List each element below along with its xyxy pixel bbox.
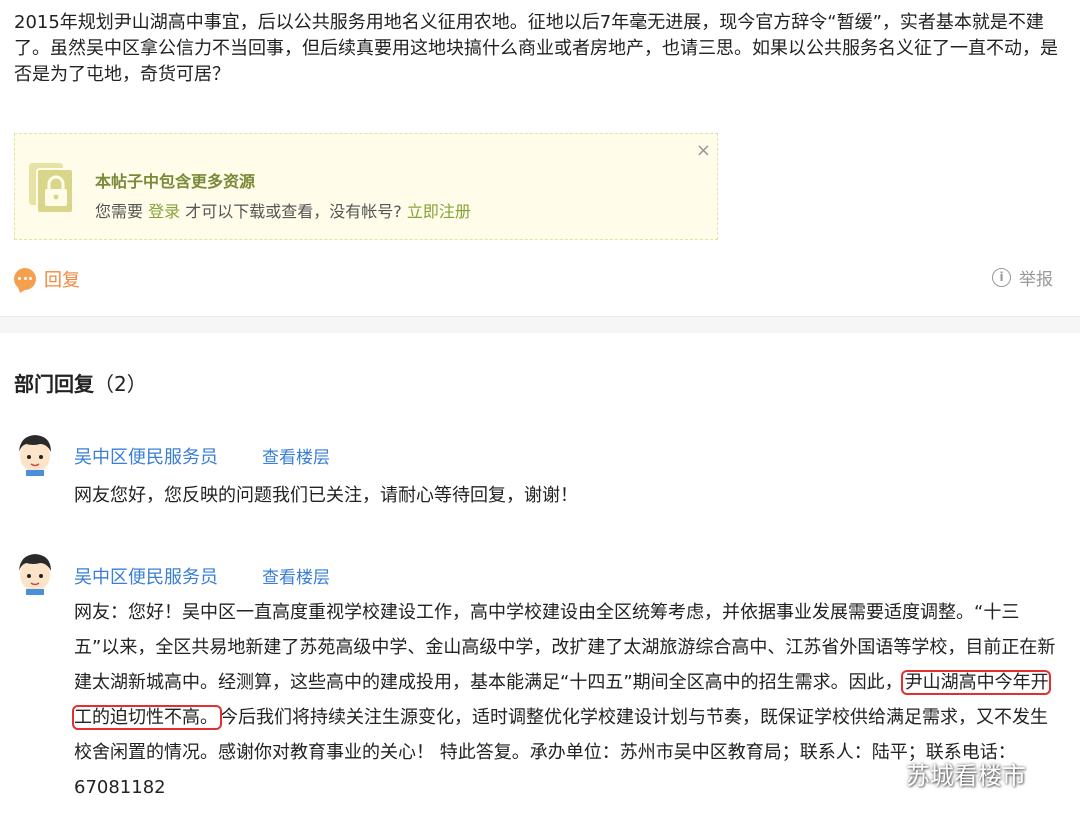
section-title-text: 部门回复 [14,372,94,396]
resource-notice: 本帖子中包含更多资源 您需要 登录 才可以下载或查看，没有帐号? 立即注册 × [14,133,718,240]
section-title: 部门回复（2） [14,368,147,397]
notice-prefix: 您需要 [95,202,144,221]
register-link[interactable]: 立即注册 [407,202,471,221]
close-icon[interactable]: × [696,142,711,160]
section-count: （2） [94,372,147,396]
reply-text: 网友您好，您反映的问题我们已关注，请耐心等待回复，谢谢！ [74,485,578,506]
avatar [19,554,51,595]
reply-label: 回复 [44,270,80,291]
view-floor-link[interactable]: 查看楼层 [262,443,330,468]
info-icon: i [992,268,1011,287]
watermark: 苏城看楼市 [864,756,1026,791]
lock-document-icon [29,163,74,214]
resource-notice-title: 本帖子中包含更多资源 [95,172,256,191]
report-label: 举报 [1019,270,1053,290]
login-link[interactable]: 登录 [148,202,180,221]
chat-bubble-icon [14,268,36,290]
resource-notice-text: 您需要 登录 才可以下载或查看，没有帐号? 立即注册 [95,198,471,222]
reply-author[interactable]: 吴中区便民服务员 [74,443,218,469]
post-body: 2015年规划尹山湖高中事宜，后以公共服务用地名义征用农地。征地以后7年毫无进展… [14,12,1058,85]
watermark-text: 苏城看楼市 [906,762,1026,790]
section-divider [0,316,1080,333]
reply-button[interactable]: 回复 [14,266,80,292]
report-button[interactable]: i 举报 [992,265,1053,290]
wechat-icon [865,760,896,785]
avatar [19,435,51,476]
reply-author[interactable]: 吴中区便民服务员 [74,563,218,589]
notice-middle: 才可以下载或查看，没有帐号? [185,202,402,221]
view-floor-link[interactable]: 查看楼层 [262,563,330,588]
